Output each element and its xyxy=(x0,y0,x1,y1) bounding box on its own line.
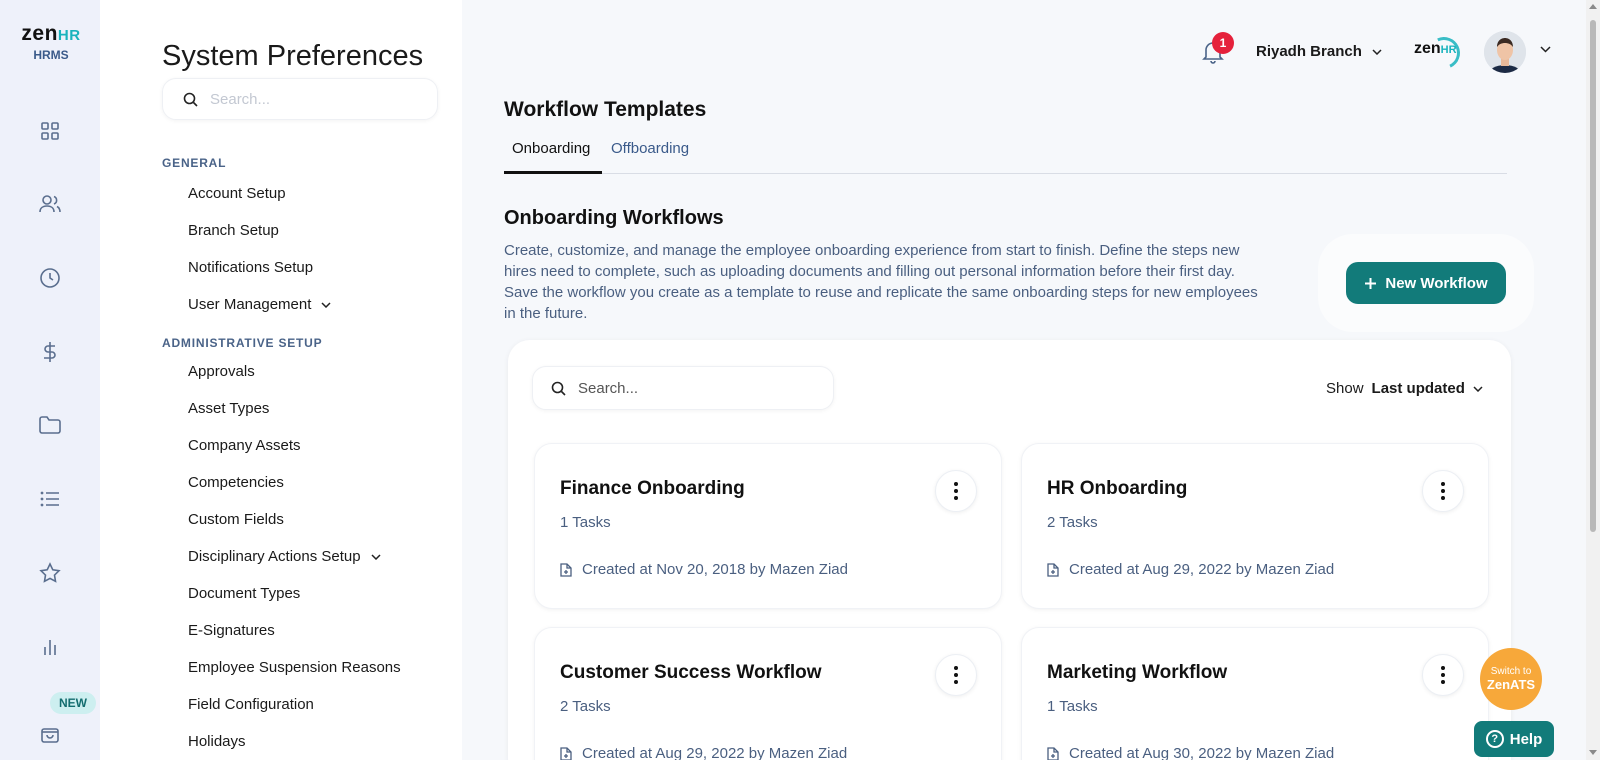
sidebar-item-suspension-reasons[interactable]: Employee Suspension Reasons xyxy=(188,659,401,676)
workflow-card[interactable]: HR Onboarding 2 Tasks Created at Aug 29,… xyxy=(1021,443,1489,609)
list-icon[interactable] xyxy=(38,487,62,511)
sidebar-title: System Preferences xyxy=(162,40,424,72)
sidebar-item-e-signatures[interactable]: E-Signatures xyxy=(188,622,275,639)
card-task-count: 2 Tasks xyxy=(1047,514,1098,531)
card-meta: Created at Aug 30, 2022 by Mazen Ziad xyxy=(1047,745,1334,760)
plus-icon xyxy=(1365,277,1377,289)
card-meta: Created at Aug 29, 2022 by Mazen Ziad xyxy=(1047,561,1334,578)
document-icon xyxy=(560,562,572,577)
people-icon[interactable] xyxy=(38,192,62,216)
sort-dropdown[interactable]: Last updated xyxy=(1372,380,1483,397)
sidebar-item-branch-setup[interactable]: Branch Setup xyxy=(188,222,279,239)
sidebar-search-input[interactable] xyxy=(210,90,410,108)
sidebar-item-user-management[interactable]: User Management xyxy=(188,296,331,313)
sidebar-search[interactable] xyxy=(162,78,438,120)
chevron-down-icon xyxy=(1473,385,1483,392)
scroll-down-arrow-icon[interactable] xyxy=(1589,750,1597,755)
folder-icon[interactable] xyxy=(38,413,62,437)
help-button[interactable]: ? Help xyxy=(1474,721,1554,757)
workflow-search-input[interactable] xyxy=(578,379,808,397)
card-task-count: 1 Tasks xyxy=(1047,698,1098,715)
card-meta: Created at Nov 20, 2018 by Mazen Ziad xyxy=(560,561,848,578)
card-menu-button[interactable] xyxy=(935,470,977,512)
tab-onboarding[interactable]: Onboarding xyxy=(512,140,590,157)
header-logo: zenHR xyxy=(1414,40,1457,57)
document-icon xyxy=(1047,746,1059,760)
bar-chart-icon[interactable] xyxy=(38,635,62,659)
document-icon xyxy=(560,746,572,760)
card-task-count: 1 Tasks xyxy=(560,514,611,531)
chevron-down-icon[interactable] xyxy=(1540,46,1551,53)
tab-offboarding[interactable]: Offboarding xyxy=(611,140,689,157)
tabs-divider xyxy=(504,173,1507,174)
sidebar-item-document-types[interactable]: Document Types xyxy=(188,585,300,602)
workflow-card[interactable]: Finance Onboarding 1 Tasks Created at No… xyxy=(534,443,1002,609)
sidebar-item-approvals[interactable]: Approvals xyxy=(188,363,255,380)
section-title: Onboarding Workflows xyxy=(504,207,724,229)
chevron-down-icon xyxy=(1372,48,1382,55)
star-icon[interactable] xyxy=(38,561,62,585)
help-icon: ? xyxy=(1485,730,1504,748)
card-title: HR Onboarding xyxy=(1047,478,1188,499)
workflow-search[interactable] xyxy=(532,366,834,410)
workflow-card[interactable]: Marketing Workflow 1 Tasks Created at Au… xyxy=(1021,627,1489,760)
dashboard-icon[interactable] xyxy=(38,119,62,143)
search-icon xyxy=(551,381,566,396)
settings-sidebar: System Preferences GENERAL Account Setup… xyxy=(100,0,462,760)
section-description: Create, customize, and manage the employ… xyxy=(504,242,1258,322)
card-title: Customer Success Workflow xyxy=(560,662,822,683)
avatar[interactable] xyxy=(1484,31,1526,73)
show-label: Show xyxy=(1326,380,1364,397)
nav-rail: zenHR HRMS NEW xyxy=(0,0,100,760)
sidebar-item-custom-fields[interactable]: Custom Fields xyxy=(188,511,284,528)
new-badge: NEW xyxy=(50,692,96,714)
page-title: Workflow Templates xyxy=(504,98,707,121)
chevron-down-icon xyxy=(371,553,381,560)
sidebar-item-notifications-setup[interactable]: Notifications Setup xyxy=(188,259,313,276)
search-icon xyxy=(183,92,198,107)
new-workflow-button[interactable]: New Workflow xyxy=(1346,262,1506,304)
app-subtitle: HRMS xyxy=(33,48,69,62)
app-logo[interactable]: zenHR HRMS xyxy=(14,22,88,62)
card-menu-button[interactable] xyxy=(1422,470,1464,512)
card-title: Marketing Workflow xyxy=(1047,662,1228,683)
sidebar-item-competencies[interactable]: Competencies xyxy=(188,474,284,491)
administrative-heading: ADMINISTRATIVE SETUP xyxy=(162,336,323,350)
sidebar-item-account-setup[interactable]: Account Setup xyxy=(188,185,286,202)
scroll-up-arrow-icon[interactable] xyxy=(1589,4,1597,9)
bag-icon[interactable] xyxy=(38,722,62,746)
sidebar-item-company-assets[interactable]: Company Assets xyxy=(188,437,301,454)
more-vertical-icon xyxy=(1441,666,1445,684)
sidebar-item-disciplinary-actions[interactable]: Disciplinary Actions Setup xyxy=(188,548,381,565)
sidebar-item-asset-types[interactable]: Asset Types xyxy=(188,400,269,417)
card-menu-button[interactable] xyxy=(935,654,977,696)
sidebar-item-field-configuration[interactable]: Field Configuration xyxy=(188,696,314,713)
card-title: Finance Onboarding xyxy=(560,478,745,499)
general-heading: GENERAL xyxy=(162,156,227,170)
chevron-down-icon xyxy=(321,301,331,308)
more-vertical-icon xyxy=(1441,482,1445,500)
sort-control: Show Last updated xyxy=(1326,380,1483,397)
dollar-icon[interactable] xyxy=(38,340,62,364)
scrollbar-thumb[interactable] xyxy=(1590,20,1596,532)
more-vertical-icon xyxy=(954,482,958,500)
document-icon xyxy=(1047,562,1059,577)
card-meta: Created at Aug 29, 2022 by Mazen Ziad xyxy=(560,745,847,760)
card-menu-button[interactable] xyxy=(1422,654,1464,696)
more-vertical-icon xyxy=(954,666,958,684)
clock-icon[interactable] xyxy=(38,266,62,290)
active-tab-indicator xyxy=(504,171,602,174)
workflow-card[interactable]: Customer Success Workflow 2 Tasks Create… xyxy=(534,627,1002,760)
sidebar-item-holidays[interactable]: Holidays xyxy=(188,733,246,750)
card-task-count: 2 Tasks xyxy=(560,698,611,715)
switch-to-zenats-button[interactable]: Switch to ZenATS xyxy=(1480,648,1542,710)
notification-count-badge: 1 xyxy=(1212,32,1234,54)
branch-selector[interactable]: Riyadh Branch xyxy=(1256,43,1382,60)
